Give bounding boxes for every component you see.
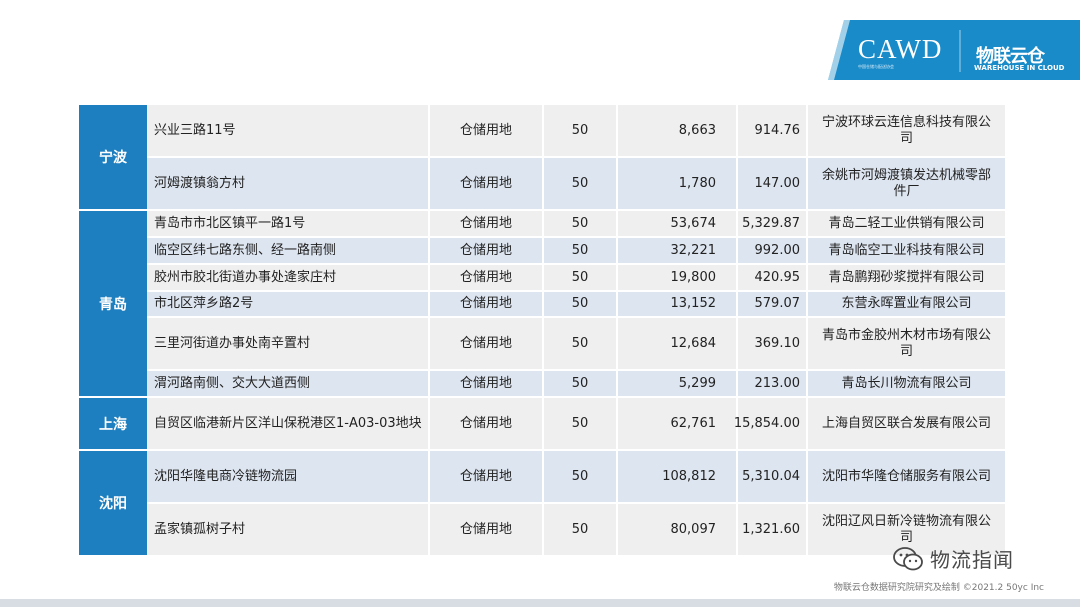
land-use-cell: 仓储用地 — [430, 292, 544, 318]
price-cell: 1,321.60 — [738, 504, 808, 557]
land-transaction-table: 兴业三路11号 仓储用地 50 8,663 914.76 宁波环球云连信息科技有限公司 河姆… — [79, 105, 1005, 557]
lease-years-cell: 50 — [544, 451, 618, 504]
land-use-cell: 仓储用地 — [430, 211, 544, 238]
wechat-watermark: 物流指闻 — [892, 544, 1014, 573]
address-cell: 兴业三路11号 — [147, 105, 430, 158]
address-cell: 渭河路南侧、交大大道西侧 — [147, 371, 430, 398]
table-row: 兴业三路11号 仓储用地 50 8,663 914.76 宁波环球云连信息科技有限公司 — [147, 105, 1005, 158]
land-use-cell: 仓储用地 — [430, 158, 544, 211]
lease-years-cell: 50 — [544, 265, 618, 292]
brand-logo-en: WAREHOUSE IN CLOUD — [974, 64, 1065, 72]
price-cell: 5,310.04 — [738, 451, 808, 504]
table-row: 青岛市市北区镇平一路1号 仓储用地 50 53,674 5,329.87 青岛二轻工业供销… — [147, 211, 1005, 238]
area-cell: 12,684 — [618, 318, 738, 371]
land-use-cell: 仓储用地 — [430, 265, 544, 292]
company-cell: 青岛鹏翔砂浆搅拌有限公司 — [808, 265, 1005, 292]
company-cell: 青岛临空工业科技有限公司 — [808, 238, 1005, 265]
price-cell: 992.00 — [738, 238, 808, 265]
price-cell: 147.00 — [738, 158, 808, 211]
lease-years-cell: 50 — [544, 398, 618, 451]
area-cell: 108,812 — [618, 451, 738, 504]
area-cell: 1,780 — [618, 158, 738, 211]
city-label: 上海 — [79, 398, 147, 451]
lease-years-cell: 50 — [544, 211, 618, 238]
city-label: 青岛 — [79, 211, 147, 398]
lease-years-cell: 50 — [544, 318, 618, 371]
table-row: 渭河路南侧、交大大道西侧 仓储用地 50 5,299 213.00 青岛长川物流有限公司 — [147, 371, 1005, 398]
area-cell: 19,800 — [618, 265, 738, 292]
area-cell: 13,152 — [618, 292, 738, 318]
company-cell: 余姚市河姆渡镇发达机械零部件厂 — [808, 158, 1005, 211]
company-cell: 青岛长川物流有限公司 — [808, 371, 1005, 398]
city-label: 沈阳 — [79, 451, 147, 557]
company-cell: 东营永晖置业有限公司 — [808, 292, 1005, 318]
address-cell: 市北区萍乡路2号 — [147, 292, 430, 318]
table-row: 孟家镇孤树子村 仓储用地 50 80,097 1,321.60 沈阳辽风日新冷链物流有限公… — [147, 504, 1005, 557]
footer-credit: 物联云仓数据研究院研究及绘制 ©2021.2 50yc Inc — [833, 583, 1044, 593]
cawd-logo: CAWD — [858, 34, 943, 64]
price-cell: 15,854.00 — [734, 398, 808, 451]
area-cell: 32,221 — [618, 238, 738, 265]
table-row: 沈阳华隆电商冷链物流园 仓储用地 50 108,812 5,310.04 沈阳市华隆仓储服… — [147, 451, 1005, 504]
area-cell: 8,663 — [618, 105, 738, 158]
address-cell: 临空区纬七路东侧、经一路南侧 — [147, 238, 430, 265]
area-cell: 62,761 — [618, 398, 738, 451]
table-row: 河姆渡镇翁方村 仓储用地 50 1,780 147.00 余姚市河姆渡镇发达机械零部件厂 — [147, 158, 1005, 211]
price-cell: 420.95 — [738, 265, 808, 292]
land-use-cell: 仓储用地 — [430, 105, 544, 158]
wechat-icon — [893, 546, 923, 570]
lease-years-cell: 50 — [544, 504, 618, 557]
area-cell: 5,299 — [618, 371, 738, 398]
city-label: 宁波 — [79, 105, 147, 211]
price-cell: 213.00 — [738, 371, 808, 398]
address-cell: 河姆渡镇翁方村 — [147, 158, 430, 211]
land-use-cell: 仓储用地 — [430, 371, 544, 398]
company-cell: 沈阳市华隆仓储服务有限公司 — [808, 451, 1005, 504]
address-cell: 孟家镇孤树子村 — [147, 504, 430, 557]
address-cell: 沈阳华隆电商冷链物流园 — [147, 451, 430, 504]
land-use-cell: 仓储用地 — [430, 318, 544, 371]
land-use-cell: 仓储用地 — [430, 398, 544, 451]
address-cell: 胶州市胶北街道办事处逄家庄村 — [147, 265, 430, 292]
land-use-cell: 仓储用地 — [430, 238, 544, 265]
lease-years-cell: 50 — [544, 158, 618, 211]
area-cell: 80,097 — [618, 504, 738, 557]
area-cell: 53,674 — [618, 211, 738, 238]
price-cell: 914.76 — [738, 105, 808, 158]
lease-years-cell: 50 — [544, 105, 618, 158]
company-cell: 青岛二轻工业供销有限公司 — [808, 211, 1005, 238]
table-row: 自贸区临港新片区洋山保税港区1-A03-03地块 仓储用地 50 62,761 15,8… — [147, 398, 1005, 451]
cawd-logo-subtitle: 中国仓储与配送协会 — [858, 64, 894, 69]
table-row: 三里河街道办事处南辛置村 仓储用地 50 12,684 369.10 青岛市金胶州木材市场… — [147, 318, 1005, 371]
company-cell: 上海自贸区联合发展有限公司 — [808, 398, 1005, 451]
lease-years-cell: 50 — [544, 238, 618, 265]
table-row: 临空区纬七路东侧、经一路南侧 仓储用地 50 32,221 992.00 青岛临空工业科技… — [147, 238, 1005, 265]
land-use-cell: 仓储用地 — [430, 451, 544, 504]
lease-years-cell: 50 — [544, 371, 618, 398]
price-cell: 369.10 — [738, 318, 808, 371]
address-cell: 三里河街道办事处南辛置村 — [147, 318, 430, 371]
watermark-text: 物流指闻 — [930, 548, 1014, 572]
address-cell: 青岛市市北区镇平一路1号 — [147, 211, 430, 238]
address-cell: 自贸区临港新片区洋山保税港区1-A03-03地块 — [147, 398, 430, 451]
header-logo-band: CAWD 中国仓储与配送协会 物联云仓 WAREHOUSE IN CLOUD — [828, 20, 1080, 80]
table-row: 市北区萍乡路2号 仓储用地 50 13,152 579.07 东营永晖置业有限公司 — [147, 292, 1005, 318]
company-cell: 青岛市金胶州木材市场有限公司 — [808, 318, 1005, 371]
bottom-bar — [0, 599, 1080, 607]
table-row: 胶州市胶北街道办事处逄家庄村 仓储用地 50 19,800 420.95 青岛鹏翔砂浆搅拌… — [147, 265, 1005, 292]
land-use-cell: 仓储用地 — [430, 504, 544, 557]
lease-years-cell: 50 — [544, 292, 618, 318]
price-cell: 579.07 — [738, 292, 808, 318]
company-cell: 宁波环球云连信息科技有限公司 — [808, 105, 1005, 158]
price-cell: 5,329.87 — [738, 211, 808, 238]
